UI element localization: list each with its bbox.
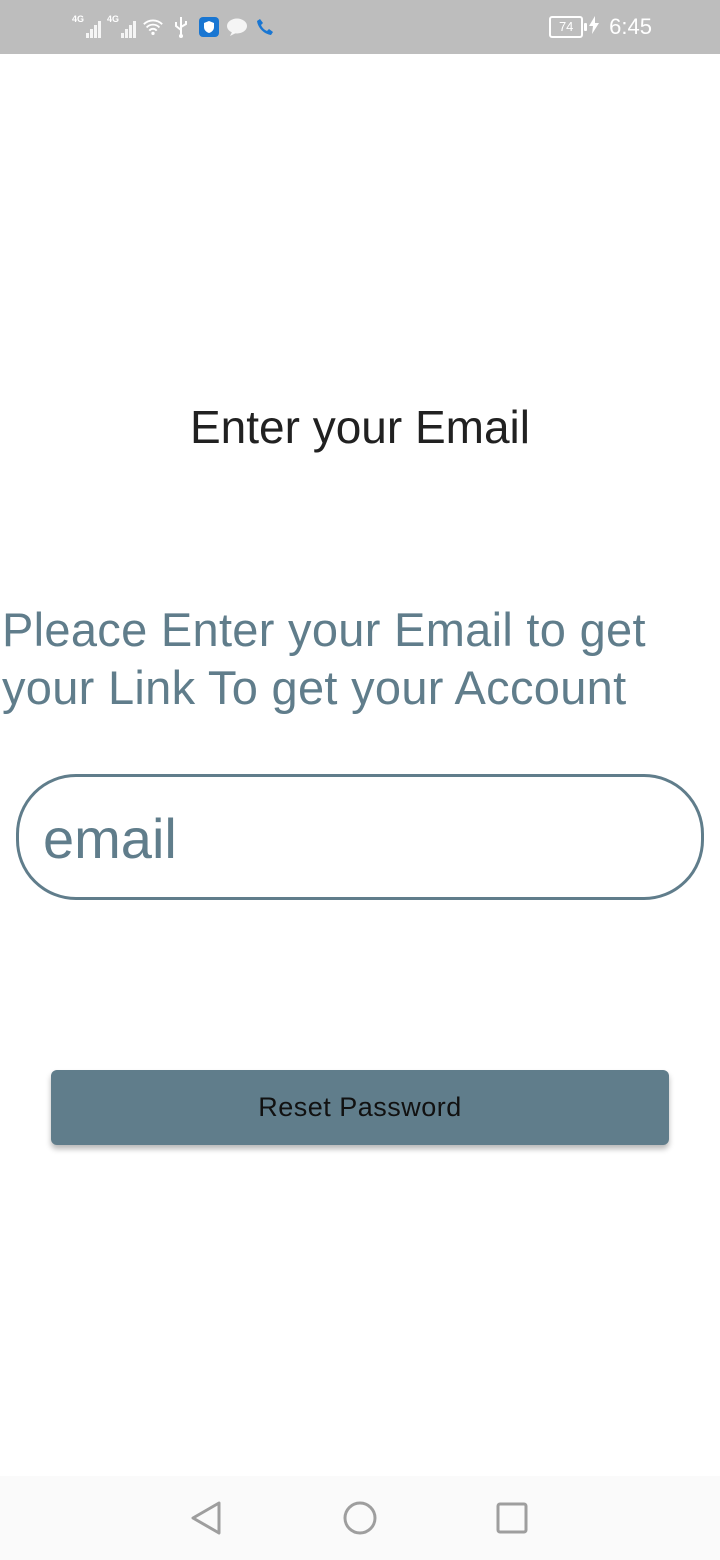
chat-bubble-icon [226, 16, 248, 38]
email-field[interactable] [16, 774, 704, 900]
shield-app-icon [198, 16, 220, 38]
battery-icon: 74 [549, 16, 588, 38]
back-icon[interactable] [186, 1498, 226, 1538]
wifi-icon [142, 16, 164, 38]
status-icons-left: 4G 4G [72, 13, 276, 41]
email-input[interactable] [41, 795, 665, 881]
status-bar: 4G 4G 74 6:45 [0, 0, 720, 54]
usb-icon [170, 16, 192, 38]
home-icon[interactable] [340, 1498, 380, 1538]
signal-icon: 4G [107, 14, 136, 38]
reset-password-button[interactable]: Reset Password [51, 1070, 669, 1145]
navigation-bar [0, 1476, 720, 1560]
charging-icon [589, 15, 600, 39]
page-title: Enter your Email [189, 401, 530, 453]
recents-icon[interactable] [492, 1498, 532, 1538]
signal-icon: 4G [72, 14, 101, 38]
status-icons-right: 74 6:45 [549, 12, 652, 42]
clock: 6:45 [609, 14, 652, 39]
phone-icon [254, 16, 276, 38]
instructions-text: Pleace Enter your Email to get your Link… [2, 603, 646, 714]
